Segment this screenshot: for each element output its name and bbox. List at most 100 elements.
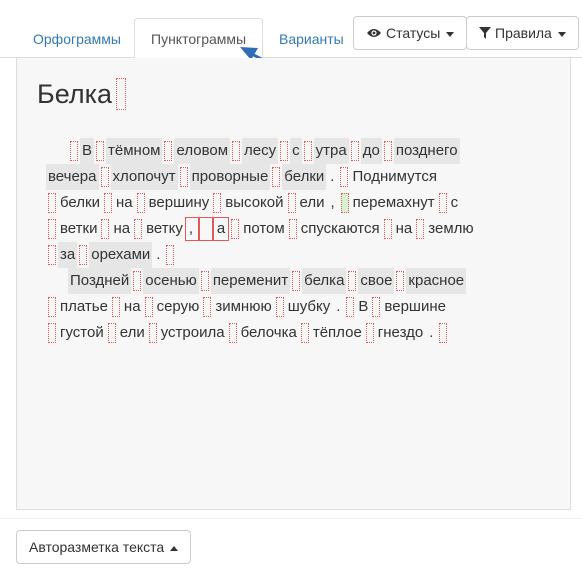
word-token[interactable]: вершину <box>147 190 212 216</box>
punctuation-slot[interactable] <box>100 167 109 187</box>
word-token[interactable]: шубку <box>286 294 333 320</box>
word-token[interactable]: переменит <box>210 268 291 294</box>
punctuation-slot[interactable] <box>346 297 355 317</box>
punctuation-mark[interactable]: . <box>153 242 163 268</box>
punctuation-slot[interactable] <box>416 219 425 239</box>
word-token[interactable]: перемахнут <box>351 190 437 216</box>
punctuation-slot[interactable] <box>350 141 359 161</box>
word-token[interactable]: В <box>80 138 95 164</box>
word-token[interactable]: хлопочут <box>110 164 178 190</box>
punctuation-slot[interactable] <box>48 219 56 239</box>
word-token[interactable]: проворные <box>189 164 271 190</box>
punctuation-slot[interactable] <box>280 141 289 161</box>
punctuation-slot[interactable] <box>232 141 241 161</box>
word-token[interactable]: В <box>356 294 370 320</box>
punctuation-mark[interactable]: . <box>333 294 343 320</box>
word-token[interactable]: с <box>449 190 461 216</box>
word-token[interactable]: зимнюю <box>213 294 273 320</box>
punctuation-slot[interactable] <box>275 297 284 317</box>
punctuation-slot[interactable] <box>136 193 145 213</box>
word-token[interactable]: позднего <box>393 138 460 164</box>
punctuation-mark[interactable]: . <box>327 164 337 190</box>
word-token[interactable]: осенью <box>143 268 199 294</box>
punctuation-slot[interactable] <box>164 141 173 161</box>
word-token[interactable]: ели <box>118 320 147 346</box>
punctuation-slot[interactable] <box>303 141 312 161</box>
word-token[interactable]: до <box>360 138 382 164</box>
word-token[interactable]: гнездо <box>376 320 425 346</box>
punctuation-slot[interactable] <box>107 323 116 343</box>
punctuation-slot[interactable] <box>79 245 88 265</box>
selected-punctogram-token[interactable]: , <box>184 217 199 241</box>
punctuation-slot[interactable] <box>103 193 112 213</box>
word-token[interactable]: тёмном <box>106 138 163 164</box>
word-token[interactable]: белки <box>58 190 102 216</box>
punctuation-slot[interactable] <box>288 219 297 239</box>
punctuation-slot[interactable] <box>101 219 110 239</box>
punctuation-slot[interactable] <box>438 193 447 213</box>
word-token[interactable]: спускаются <box>299 216 382 242</box>
punctuation-slot[interactable] <box>340 167 349 187</box>
punctuation-slot[interactable] <box>166 245 175 265</box>
punctuation-slot[interactable] <box>148 323 157 343</box>
punctuation-slot[interactable] <box>200 271 209 291</box>
punctuation-slot[interactable] <box>272 167 281 187</box>
word-token[interactable]: на <box>394 216 415 242</box>
punctuation-slot[interactable] <box>231 219 240 239</box>
word-token[interactable]: красное <box>406 268 467 294</box>
word-token[interactable]: высокой <box>223 190 285 216</box>
word-token[interactable]: еловом <box>174 138 231 164</box>
punctuation-slot[interactable] <box>439 323 448 343</box>
word-token[interactable]: за <box>58 242 78 268</box>
punctuation-slot[interactable] <box>96 141 105 161</box>
punctuation-slot[interactable] <box>383 141 392 161</box>
punctuation-slot[interactable] <box>228 323 237 343</box>
word-token[interactable]: на <box>111 216 132 242</box>
word-token[interactable]: вершине <box>382 294 448 320</box>
punctuation-slot[interactable] <box>396 271 405 291</box>
punctuation-slot[interactable] <box>383 219 392 239</box>
word-token[interactable]: густой <box>58 320 106 346</box>
punctuation-slot[interactable] <box>48 193 56 213</box>
word-token[interactable]: вечера <box>46 164 99 190</box>
punctuation-slot[interactable] <box>48 323 56 343</box>
punctuation-mark[interactable]: . <box>426 320 436 346</box>
word-token[interactable]: ветки <box>58 216 99 242</box>
punctuation-slot[interactable] <box>340 193 349 213</box>
punctuation-slot[interactable] <box>203 297 212 317</box>
word-token[interactable]: на <box>114 190 135 216</box>
word-token[interactable]: платье <box>58 294 110 320</box>
punctuation-slot[interactable] <box>287 193 296 213</box>
selected-punctogram-token[interactable] <box>198 217 213 241</box>
punctuation-mark[interactable]: , <box>328 190 338 216</box>
punctuation-slot[interactable] <box>348 271 357 291</box>
word-token[interactable]: серую <box>155 294 202 320</box>
word-token[interactable]: потом <box>241 216 287 242</box>
punctuation-slot[interactable] <box>48 245 56 265</box>
punctuation-slot[interactable] <box>300 323 309 343</box>
automarkup-button[interactable]: Авторазметка текста <box>16 530 192 564</box>
punctuation-slot[interactable] <box>133 271 142 291</box>
word-token[interactable]: с <box>290 138 302 164</box>
punctuation-slot[interactable] <box>144 297 153 317</box>
word-token[interactable]: тёплое <box>311 320 364 346</box>
word-token[interactable]: ели <box>298 190 327 216</box>
word-token[interactable]: утра <box>313 138 349 164</box>
word-token[interactable]: свое <box>358 268 395 294</box>
word-token[interactable]: устроила <box>159 320 227 346</box>
word-token[interactable]: ветку <box>144 216 185 242</box>
word-token[interactable]: орехами <box>89 242 153 268</box>
word-token[interactable]: лесу <box>242 138 279 164</box>
word-token[interactable]: белка <box>302 268 347 294</box>
rules-button[interactable]: Правила <box>466 16 579 50</box>
word-token[interactable]: белочка <box>239 320 299 346</box>
tab-orthograms[interactable]: Орфограммы <box>16 18 138 58</box>
punctuation-slot[interactable] <box>48 297 56 317</box>
punctuation-slot[interactable] <box>70 141 78 161</box>
punctuation-slot[interactable] <box>179 167 188 187</box>
punctuation-slot[interactable] <box>134 219 143 239</box>
punctuation-slot[interactable] <box>213 193 222 213</box>
selected-punctogram-token[interactable]: а <box>212 217 230 241</box>
word-token[interactable]: землю <box>426 216 475 242</box>
punctuation-slot[interactable] <box>116 78 127 110</box>
